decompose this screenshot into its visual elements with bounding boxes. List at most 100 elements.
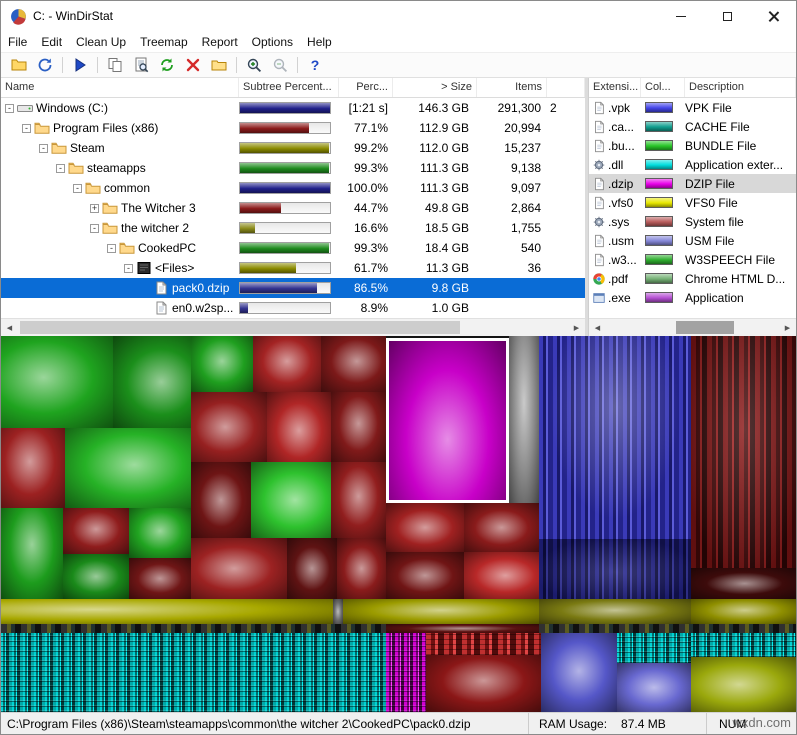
treemap-block[interactable] bbox=[287, 538, 337, 599]
close-button[interactable] bbox=[750, 1, 796, 31]
scrollbar-thumb[interactable] bbox=[20, 321, 460, 334]
treemap-block[interactable] bbox=[65, 428, 191, 508]
directory-row[interactable]: - Steam 99.2% 112.0 GB 15,237 bbox=[1, 138, 585, 158]
treemap-block[interactable] bbox=[691, 657, 796, 712]
treemap-block[interactable] bbox=[691, 633, 796, 657]
treemap-block[interactable] bbox=[191, 392, 267, 462]
scroll-right-arrow-icon[interactable]: ▶ bbox=[568, 319, 585, 336]
treemap-block[interactable] bbox=[426, 633, 541, 655]
treemap-block[interactable] bbox=[1, 336, 113, 428]
maximize-button[interactable] bbox=[704, 1, 750, 31]
dir-column-header-1[interactable]: Name bbox=[1, 78, 239, 97]
menu-help[interactable]: Help bbox=[300, 33, 339, 51]
treemap-block[interactable] bbox=[1, 599, 333, 624]
treemap-block[interactable] bbox=[1, 633, 386, 712]
collapse-toggle-icon[interactable]: - bbox=[90, 223, 99, 233]
menu-file[interactable]: File bbox=[1, 33, 34, 51]
treemap-block[interactable] bbox=[331, 392, 386, 462]
menu-options[interactable]: Options bbox=[245, 33, 300, 51]
treemap-block[interactable] bbox=[464, 503, 539, 552]
collapse-toggle-icon[interactable]: - bbox=[107, 243, 116, 253]
treemap-block[interactable] bbox=[63, 554, 129, 599]
menu-edit[interactable]: Edit bbox=[34, 33, 69, 51]
zoom-in-button[interactable] bbox=[242, 54, 266, 76]
resume-scan-button[interactable] bbox=[68, 54, 92, 76]
ext-column-header-3[interactable]: Description bbox=[685, 78, 796, 97]
treemap-block[interactable] bbox=[1, 624, 386, 633]
treemap-block[interactable] bbox=[539, 539, 691, 599]
treemap-block[interactable] bbox=[63, 508, 129, 554]
directory-row[interactable]: - <Files> 61.7% 11.3 GB 36 bbox=[1, 258, 585, 278]
treemap-block[interactable] bbox=[386, 624, 539, 633]
extension-row[interactable]: .usm USM File bbox=[589, 231, 796, 250]
treemap-block[interactable] bbox=[129, 558, 191, 599]
directory-row[interactable]: - common 100.0% 111.3 GB 9,097 bbox=[1, 178, 585, 198]
directory-row[interactable]: - the witcher 2 16.6% 18.5 GB 1,755 bbox=[1, 218, 585, 238]
treemap-block[interactable] bbox=[386, 503, 464, 552]
collapse-toggle-icon[interactable]: - bbox=[73, 183, 82, 193]
treemap-block[interactable] bbox=[191, 462, 251, 538]
extension-row[interactable]: .dll Application exter... bbox=[589, 155, 796, 174]
treemap-block[interactable] bbox=[426, 655, 541, 712]
treemap-block[interactable] bbox=[251, 462, 331, 538]
treemap-block[interactable] bbox=[191, 336, 253, 392]
treemap-block[interactable] bbox=[1, 428, 65, 508]
directory-row[interactable]: en0.w2sp... 8.9% 1.0 GB bbox=[1, 298, 585, 318]
directory-horizontal-scrollbar[interactable]: ◀ ▶ bbox=[1, 318, 585, 336]
treemap-block[interactable] bbox=[331, 462, 386, 538]
extension-row[interactable]: .exe Application bbox=[589, 288, 796, 307]
treemap-block[interactable] bbox=[386, 633, 426, 712]
collapse-toggle-icon[interactable]: - bbox=[22, 123, 31, 133]
explorer-here-button[interactable] bbox=[207, 54, 231, 76]
dir-column-header-3[interactable]: Perc... bbox=[339, 78, 393, 97]
treemap-block[interactable] bbox=[617, 663, 691, 712]
extension-row[interactable]: .vpk VPK File bbox=[589, 98, 796, 117]
directory-row[interactable]: - Program Files (x86) 77.1% 112.9 GB 20,994 bbox=[1, 118, 585, 138]
treemap-block[interactable] bbox=[321, 336, 386, 392]
collapse-toggle-icon[interactable]: - bbox=[5, 103, 14, 113]
help-button[interactable]: ? bbox=[303, 54, 327, 76]
report-view-button[interactable] bbox=[129, 54, 153, 76]
treemap-block[interactable] bbox=[113, 336, 191, 428]
copy-button[interactable] bbox=[103, 54, 127, 76]
extension-row[interactable]: .sys System file bbox=[589, 212, 796, 231]
open-folder-button[interactable] bbox=[7, 54, 31, 76]
treemap-block[interactable] bbox=[691, 336, 796, 568]
treemap-block[interactable] bbox=[691, 568, 796, 599]
treemap-block[interactable] bbox=[343, 599, 539, 624]
dir-column-header-2[interactable]: Subtree Percent... bbox=[239, 78, 339, 97]
treemap-block[interactable] bbox=[253, 336, 321, 392]
collapse-toggle-icon[interactable]: - bbox=[124, 263, 133, 273]
treemap-block[interactable] bbox=[337, 538, 386, 599]
treemap-block[interactable] bbox=[129, 508, 191, 558]
treemap-block[interactable] bbox=[1, 508, 63, 599]
treemap-block[interactable] bbox=[691, 599, 796, 624]
extension-row[interactable]: .bu... BUNDLE File bbox=[589, 136, 796, 155]
expand-toggle-icon[interactable]: + bbox=[90, 203, 99, 213]
delete-button[interactable] bbox=[181, 54, 205, 76]
directory-row[interactable]: pack0.dzip 86.5% 9.8 GB bbox=[1, 278, 585, 298]
treemap-block[interactable] bbox=[267, 392, 331, 462]
treemap-block[interactable] bbox=[539, 599, 691, 624]
scrollbar-thumb[interactable] bbox=[676, 321, 734, 334]
ext-column-header-2[interactable]: Col... bbox=[641, 78, 685, 97]
extension-row[interactable]: .dzip DZIP File bbox=[589, 174, 796, 193]
ext-column-header-1[interactable]: Extensi... bbox=[589, 78, 641, 97]
treemap[interactable] bbox=[1, 336, 796, 712]
extension-horizontal-scrollbar[interactable]: ◀ ▶ bbox=[589, 318, 796, 336]
treemap-block[interactable] bbox=[617, 633, 691, 663]
refresh-all-button[interactable] bbox=[33, 54, 57, 76]
collapse-toggle-icon[interactable]: - bbox=[56, 163, 65, 173]
scroll-left-arrow-icon[interactable]: ◀ bbox=[589, 319, 606, 336]
extension-row[interactable]: .pdf Chrome HTML D... bbox=[589, 269, 796, 288]
treemap-block[interactable] bbox=[539, 624, 796, 633]
treemap-block[interactable] bbox=[464, 552, 539, 599]
treemap-block[interactable] bbox=[333, 599, 343, 624]
treemap-block[interactable] bbox=[539, 336, 691, 539]
menu-report[interactable]: Report bbox=[195, 33, 245, 51]
directory-row[interactable]: + The Witcher 3 44.7% 49.8 GB 2,864 bbox=[1, 198, 585, 218]
minimize-button[interactable] bbox=[658, 1, 704, 31]
extension-row[interactable]: .vfs0 VFS0 File bbox=[589, 193, 796, 212]
treemap-block[interactable] bbox=[386, 552, 464, 599]
scroll-right-arrow-icon[interactable]: ▶ bbox=[779, 319, 796, 336]
